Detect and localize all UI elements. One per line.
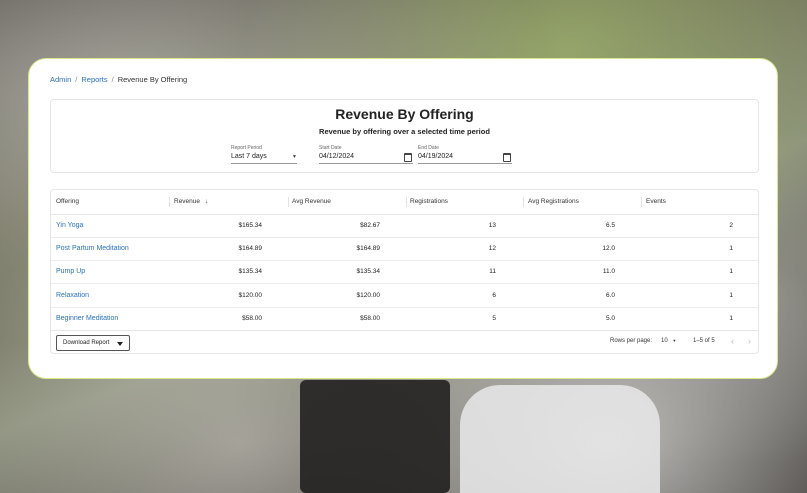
background-tablet	[300, 380, 450, 493]
chevron-down-icon: ▼	[292, 154, 297, 160]
rows-per-page-value: 10	[661, 338, 668, 344]
events-cell: 2	[729, 222, 733, 229]
page-subtitle: Revenue by offering over a selected time…	[319, 127, 490, 136]
table-footer: Download Report Rows per page: 10 ▼ 1–5 …	[51, 331, 758, 355]
avg-revenue-cell: $82.67	[360, 222, 380, 229]
column-divider	[406, 197, 407, 207]
avg-registrations-cell: 6.5	[605, 222, 615, 229]
avg-registrations-cell: 6.0	[605, 292, 615, 299]
rows-per-page-label: Rows per page:	[610, 338, 653, 344]
report-card: Admin / Reports / Revenue By Offering Revenu…	[28, 58, 778, 379]
avg-registrations-cell: 5.0	[605, 315, 615, 322]
download-report-label: Download Report	[63, 340, 110, 346]
table-header: Offering Revenue ↓ Avg Revenue Registrat…	[51, 190, 758, 215]
registrations-cell: 6	[492, 292, 496, 299]
column-registrations[interactable]: Registrations	[410, 190, 448, 214]
avg-revenue-cell: $58.00	[360, 315, 380, 322]
start-date-value: 04/12/2024	[319, 153, 355, 160]
end-date-value-wrap: 04/19/2024	[418, 151, 512, 164]
revenue-cell: $135.34	[238, 268, 263, 275]
start-date-value-wrap: 04/12/2024	[319, 151, 413, 164]
avg-revenue-cell: $135.34	[356, 268, 381, 275]
page-title: Revenue By Offering	[335, 106, 474, 122]
chevron-right-icon[interactable]: ›	[748, 336, 751, 346]
offering-link[interactable]: Pump Up	[56, 260, 85, 283]
column-avg-revenue[interactable]: Avg Revenue	[292, 190, 331, 214]
end-date-value: 04/19/2024	[418, 153, 454, 160]
events-cell: 1	[729, 315, 733, 322]
column-offering[interactable]: Offering	[56, 190, 79, 214]
events-cell: 1	[729, 292, 733, 299]
pagination-range: 1–5 of 5	[693, 338, 715, 344]
breadcrumb-current: Revenue By Offering	[117, 75, 188, 84]
offering-link[interactable]: Relaxation	[56, 284, 89, 307]
registrations-cell: 5	[492, 315, 496, 322]
breadcrumb-admin[interactable]: Admin	[50, 75, 71, 84]
column-revenue-label: Revenue	[174, 198, 201, 205]
table-row: Pump Up $135.34 $135.34 11 11.0 1	[51, 260, 758, 284]
table-row: Beginner Meditation $58.00 $58.00 5 5.0 1	[51, 307, 758, 331]
report-period-value-wrap: Last 7 days ▼	[231, 151, 297, 164]
end-date-field[interactable]: End Date 04/19/2024	[418, 145, 512, 164]
caret-down-icon	[117, 342, 123, 346]
report-period-value: Last 7 days	[231, 153, 267, 160]
chevron-down-icon: ▼	[672, 338, 677, 343]
events-cell: 1	[729, 245, 733, 252]
registrations-cell: 12	[488, 245, 496, 252]
avg-revenue-cell: $164.89	[356, 245, 381, 252]
column-divider	[288, 197, 289, 207]
sort-desc-icon: ↓	[204, 198, 209, 205]
registrations-cell: 13	[488, 222, 496, 229]
avg-registrations-cell: 11.0	[602, 268, 615, 275]
column-divider	[641, 197, 642, 207]
registrations-cell: 11	[489, 268, 496, 275]
breadcrumb-separator: /	[75, 75, 78, 84]
breadcrumb-separator: /	[111, 75, 114, 84]
calendar-icon[interactable]	[404, 153, 412, 162]
column-revenue[interactable]: Revenue ↓	[174, 190, 208, 214]
chevron-left-icon[interactable]: ‹	[731, 336, 734, 346]
breadcrumb-reports[interactable]: Reports	[81, 75, 107, 84]
download-report-button[interactable]: Download Report	[56, 335, 130, 351]
offering-link[interactable]: Beginner Meditation	[56, 307, 118, 330]
revenue-cell: $165.34	[238, 222, 263, 229]
revenue-cell: $120.00	[238, 292, 263, 299]
start-date-field[interactable]: Start Date 04/12/2024	[319, 145, 413, 164]
calendar-icon[interactable]	[503, 153, 511, 162]
table-row: Yin Yoga $165.34 $82.67 13 6.5 2	[51, 214, 758, 238]
avg-registrations-cell: 12.0	[602, 245, 615, 252]
avg-revenue-cell: $120.00	[356, 292, 381, 299]
column-divider	[523, 197, 524, 207]
column-divider	[169, 197, 170, 207]
column-events[interactable]: Events	[646, 190, 666, 214]
revenue-cell: $164.89	[238, 245, 263, 252]
revenue-cell: $58.00	[242, 315, 262, 322]
table-row: Post Partum Meditation $164.89 $164.89 12 12…	[51, 237, 758, 261]
background-shirt	[460, 385, 660, 493]
report-header: Revenue By Offering Revenue by offering …	[50, 99, 759, 173]
breadcrumb: Admin / Reports / Revenue By Offering	[50, 75, 187, 84]
report-period-select[interactable]: Report Period Last 7 days ▼	[231, 145, 297, 164]
offering-link[interactable]: Yin Yoga	[56, 214, 83, 237]
column-avg-registrations[interactable]: Avg Registrations	[528, 190, 579, 214]
offering-link[interactable]: Post Partum Meditation	[56, 237, 129, 260]
events-cell: 1	[729, 268, 733, 275]
revenue-table: Offering Revenue ↓ Avg Revenue Registrat…	[50, 189, 759, 354]
rows-per-page-select[interactable]: 10 ▼	[661, 338, 676, 344]
table-row: Relaxation $120.00 $120.00 6 6.0 1	[51, 284, 758, 308]
